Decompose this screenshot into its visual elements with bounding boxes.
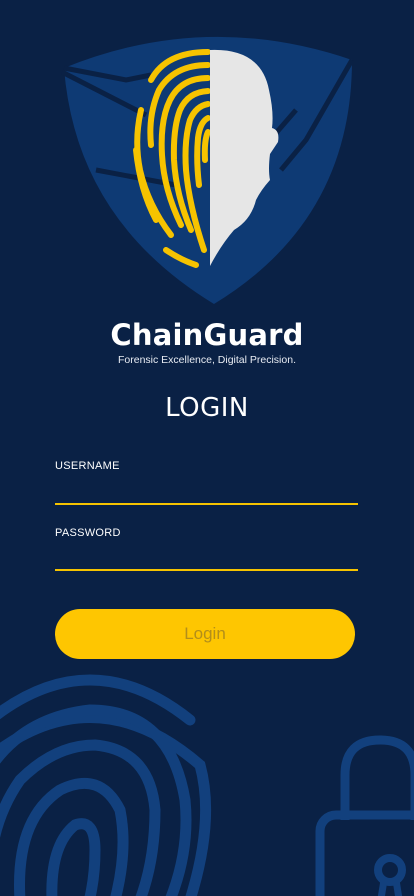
padlock-background-icon <box>315 735 414 896</box>
fingerprint-background-icon <box>0 674 212 896</box>
password-input[interactable] <box>55 545 358 571</box>
login-screen: ChainGuard Forensic Excellence, Digital … <box>0 0 414 896</box>
username-input[interactable] <box>55 479 358 505</box>
brand-tagline: Forensic Excellence, Digital Precision. <box>118 354 296 366</box>
login-button[interactable]: Login <box>55 609 355 659</box>
password-label: PASSWORD <box>55 527 121 539</box>
chainguard-logo <box>60 36 355 304</box>
login-title: LOGIN <box>165 393 249 423</box>
username-label: USERNAME <box>55 460 120 472</box>
brand-name: ChainGuard <box>110 318 304 352</box>
